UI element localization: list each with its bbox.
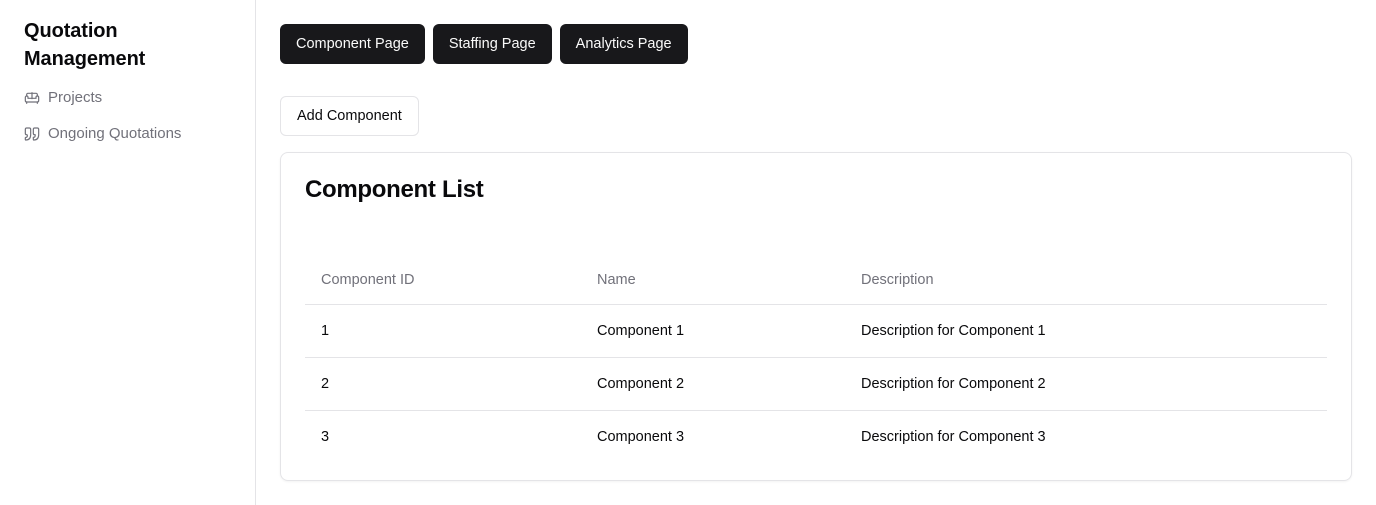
cell-id: 1 (305, 304, 581, 358)
card-title: Component List (305, 176, 484, 203)
app-root: Quotation Management Projects Ongoing Qu… (0, 0, 1376, 505)
cell-description: Description for Component 2 (845, 357, 1327, 411)
cell-description: Description for Component 1 (845, 304, 1327, 358)
column-header-name: Name (581, 256, 845, 305)
column-header-description: Description (845, 256, 1327, 305)
sidebar-item-ongoing-quotations[interactable]: Ongoing Quotations (24, 122, 231, 145)
main-content: Component Page Staffing Page Analytics P… (256, 0, 1376, 505)
app-title: Quotation Management (24, 20, 146, 70)
add-component-button[interactable]: Add Component (280, 96, 419, 136)
sidebar-item-projects[interactable]: Projects (24, 86, 231, 109)
cell-name: Component 1 (581, 304, 845, 358)
table-row[interactable]: 1 Component 1 Description for Component … (305, 304, 1327, 358)
component-page-button[interactable]: Component Page (280, 24, 425, 64)
cell-description: Description for Component 3 (861, 428, 1046, 445)
cell-id: 2 (305, 357, 581, 411)
staffing-page-button[interactable]: Staffing Page (432, 24, 552, 64)
column-header-id: Component ID (305, 256, 581, 305)
sidebar-item-label: Ongoing Quotations (48, 125, 182, 142)
cell-name: Component 2 (581, 357, 845, 411)
component-table: Component ID Name Description 1 Componen… (305, 256, 1327, 463)
cell-id: 3 (321, 428, 330, 445)
table-row[interactable]: 2 Component 2 Description for Component … (305, 357, 1327, 411)
page-nav-buttons: Component Page Staffing Page Analytics P… (280, 24, 1352, 64)
cell-name: Component 3 (597, 428, 685, 445)
analytics-page-button[interactable]: Analytics Page (559, 24, 688, 64)
table-header-row: Component ID Name Description (305, 256, 1327, 305)
sidebar: Quotation Management Projects Ongoing Qu… (0, 0, 256, 505)
table-row[interactable]: 3 Component 3 Description for Component … (305, 410, 1327, 463)
sidebar-item-label: Projects (48, 89, 103, 106)
sidebar-nav: Projects Ongoing Quotations (24, 86, 231, 145)
component-list-card: Component List Component ID Name Descrip… (280, 152, 1352, 481)
sofa-icon (24, 90, 40, 106)
quote-icon (24, 126, 40, 142)
